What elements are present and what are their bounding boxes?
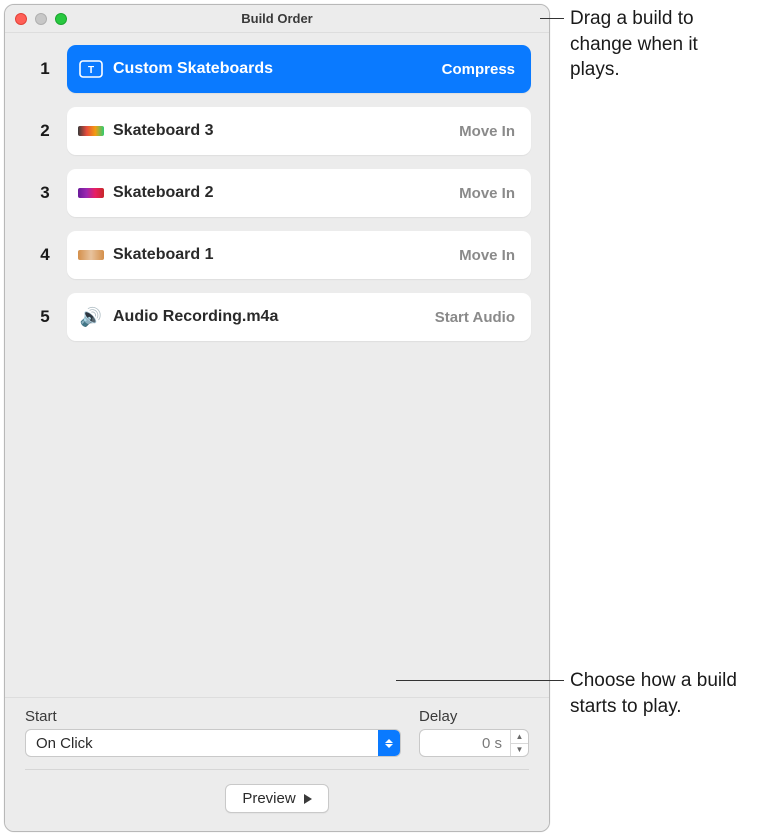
play-icon xyxy=(304,794,312,804)
delay-label: Delay xyxy=(419,708,529,725)
preview-button[interactable]: Preview xyxy=(225,784,328,813)
build-effect: Move In xyxy=(459,185,515,202)
build-item[interactable]: Skateboard 2 Move In xyxy=(67,169,531,217)
bottom-panel: Start On Click Delay 0 s ▲ ▼ xyxy=(5,697,549,831)
window-title: Build Order xyxy=(5,11,549,26)
thumbnail-icon xyxy=(77,244,105,266)
speaker-icon: 🔊 xyxy=(77,306,105,328)
thumbnail-icon xyxy=(77,120,105,142)
callout-line xyxy=(540,18,564,19)
close-icon[interactable] xyxy=(15,13,27,25)
build-row: 1 T Custom Skateboards Compress xyxy=(23,45,531,93)
build-number: 1 xyxy=(23,59,67,79)
build-effect: Move In xyxy=(459,123,515,140)
delay-control: Delay 0 s ▲ ▼ xyxy=(419,708,529,757)
preview-label: Preview xyxy=(242,790,295,807)
preview-row: Preview xyxy=(25,784,529,813)
zoom-icon[interactable] xyxy=(55,13,67,25)
build-row: 5 🔊 Audio Recording.m4a Start Audio xyxy=(23,293,531,341)
build-item[interactable]: Skateboard 1 Move In xyxy=(67,231,531,279)
text-icon: T xyxy=(77,58,105,80)
build-item[interactable]: T Custom Skateboards Compress xyxy=(67,45,531,93)
annotation-start: Choose how a build starts to play. xyxy=(570,668,750,719)
build-order-window: Build Order 1 T Custom Skateboards Compr… xyxy=(4,4,550,832)
build-number: 5 xyxy=(23,307,67,327)
thumbnail-icon xyxy=(77,182,105,204)
build-list: 1 T Custom Skateboards Compress 2 Skateb… xyxy=(5,33,549,697)
titlebar: Build Order xyxy=(5,5,549,33)
stepper-up-icon[interactable]: ▲ xyxy=(511,730,528,744)
minimize-icon xyxy=(35,13,47,25)
build-effect: Start Audio xyxy=(435,309,515,326)
build-number: 4 xyxy=(23,245,67,265)
controls-row: Start On Click Delay 0 s ▲ ▼ xyxy=(25,708,529,757)
start-select[interactable]: On Click xyxy=(25,729,401,757)
delay-value: 0 s xyxy=(420,735,510,752)
start-value: On Click xyxy=(26,735,378,752)
stepper-down-icon[interactable]: ▼ xyxy=(511,744,528,757)
build-item[interactable]: 🔊 Audio Recording.m4a Start Audio xyxy=(67,293,531,341)
start-label: Start xyxy=(25,708,401,725)
svg-text:T: T xyxy=(88,65,94,76)
divider xyxy=(25,769,529,770)
build-item[interactable]: Skateboard 3 Move In xyxy=(67,107,531,155)
start-control: Start On Click xyxy=(25,708,401,757)
build-row: 2 Skateboard 3 Move In xyxy=(23,107,531,155)
build-label: Custom Skateboards xyxy=(113,60,442,78)
callout-line xyxy=(396,680,564,681)
build-effect: Compress xyxy=(442,61,515,78)
build-number: 3 xyxy=(23,183,67,203)
build-label: Skateboard 2 xyxy=(113,184,459,202)
build-row: 4 Skateboard 1 Move In xyxy=(23,231,531,279)
annotation-drag: Drag a build to change when it plays. xyxy=(570,6,750,83)
annotations: Drag a build to change when it plays. Ch… xyxy=(554,0,774,50)
build-number: 2 xyxy=(23,121,67,141)
delay-field[interactable]: 0 s ▲ ▼ xyxy=(419,729,529,757)
chevron-updown-icon xyxy=(378,730,400,756)
delay-stepper: ▲ ▼ xyxy=(510,730,528,756)
build-label: Skateboard 1 xyxy=(113,246,459,264)
build-effect: Move In xyxy=(459,247,515,264)
build-row: 3 Skateboard 2 Move In xyxy=(23,169,531,217)
build-label: Audio Recording.m4a xyxy=(113,308,435,326)
build-label: Skateboard 3 xyxy=(113,122,459,140)
traffic-lights xyxy=(15,13,67,25)
